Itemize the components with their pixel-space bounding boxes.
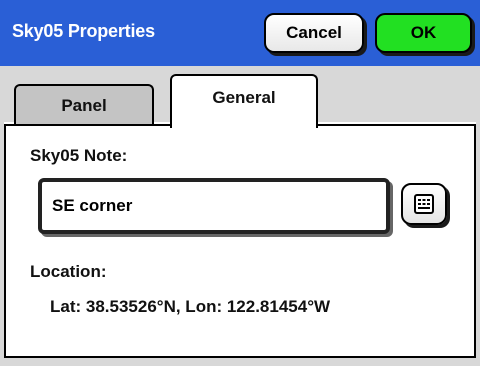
- note-input[interactable]: SE corner: [38, 178, 390, 234]
- title-bar: Sky05 Properties Cancel OK: [0, 0, 480, 66]
- window-title: Sky05 Properties: [12, 21, 155, 41]
- properties-window: Sky05 Properties Cancel OK Panel General…: [0, 0, 480, 366]
- note-label: Sky05 Note:: [30, 146, 128, 165]
- keyboard-button[interactable]: [401, 183, 447, 225]
- location-label: Location:: [30, 262, 107, 281]
- ok-button[interactable]: OK: [375, 13, 472, 53]
- keyboard-icon: [414, 194, 434, 214]
- tab-general[interactable]: General: [170, 74, 318, 128]
- location-value: Lat: 38.53526°N, Lon: 122.81454°W: [50, 297, 331, 316]
- tab-panel[interactable]: Panel: [14, 84, 154, 126]
- note-input-value[interactable]: SE corner: [52, 196, 132, 216]
- cancel-button[interactable]: Cancel: [264, 13, 364, 53]
